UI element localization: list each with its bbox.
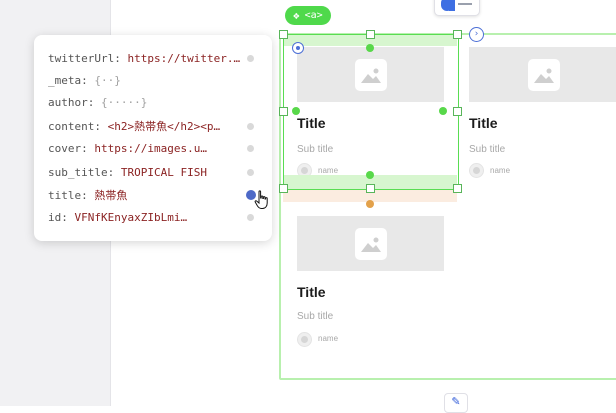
gap-handle[interactable]: [366, 200, 374, 208]
bind-dot[interactable]: [247, 145, 254, 152]
element-tag-chip[interactable]: ❖ <a>: [285, 6, 331, 25]
resize-handle-right[interactable]: [453, 107, 462, 116]
card-image-placeholder: [469, 47, 616, 102]
props-panel: twitterUrl: https://twitter.… _meta: {··…: [34, 35, 272, 241]
edit-icon[interactable]: ✎: [444, 393, 468, 413]
resize-handle-top-right[interactable]: [453, 30, 462, 39]
padding-handle-right[interactable]: [439, 107, 447, 115]
selection-frame[interactable]: [283, 34, 459, 190]
resize-handle-bottom-left[interactable]: [279, 184, 288, 193]
avatar: [469, 163, 484, 178]
prop-row-author[interactable]: author: {·····}: [48, 95, 264, 111]
prop-value: https://images.u…: [94, 142, 207, 155]
author-name: name: [318, 334, 339, 343]
chevron-right-circle-icon[interactable]: ›: [469, 27, 484, 42]
prop-row-meta[interactable]: _meta: {··}: [48, 73, 264, 89]
prop-value: TROPICAL FISH: [120, 166, 207, 179]
card-image-placeholder: [297, 216, 444, 271]
prop-key: content:: [48, 120, 101, 133]
padding-handle-bottom[interactable]: [366, 171, 374, 179]
card-title: Title: [469, 115, 498, 131]
padding-handle-left[interactable]: [292, 107, 300, 115]
element-tag-label: <a>: [304, 10, 323, 21]
prop-key: sub_title:: [48, 166, 115, 179]
bind-dot[interactable]: [247, 123, 254, 130]
prop-value: https://twitter.…: [127, 52, 241, 65]
resize-handle-bottom-right[interactable]: [453, 184, 462, 193]
card-2[interactable]: Title Sub title name: [469, 47, 616, 178]
prop-value: 熱帯魚: [94, 189, 128, 202]
resize-handle-left[interactable]: [279, 107, 288, 116]
prop-row-twitterUrl[interactable]: twitterUrl: https://twitter.…: [48, 51, 264, 67]
layout-toggle-icon[interactable]: [434, 0, 480, 16]
prop-row-cover[interactable]: cover: https://images.u…: [48, 141, 264, 157]
prop-value: {··}: [94, 74, 121, 87]
padding-handle-top[interactable]: [366, 44, 374, 52]
image-icon: [528, 58, 560, 91]
prop-row-content[interactable]: content: <h2>熱帯魚</h2><p…: [48, 119, 264, 135]
card-subtitle: Sub title: [297, 311, 334, 322]
target-icon[interactable]: [292, 42, 304, 54]
resize-handle-bottom[interactable]: [366, 184, 375, 193]
bind-dot[interactable]: [247, 55, 254, 62]
prop-key: cover:: [48, 142, 88, 155]
card-subtitle: Sub title: [469, 144, 506, 155]
card-title: Title: [297, 284, 326, 300]
resize-handle-top-left[interactable]: [279, 30, 288, 39]
prop-row-id[interactable]: id: VFNfKEnyaxZIbLmi…: [48, 210, 264, 226]
bind-dot[interactable]: [247, 214, 254, 221]
hand-pointer-icon: [254, 190, 270, 214]
prop-row-sub-title[interactable]: sub_title: TROPICAL FISH: [48, 165, 264, 181]
prop-key: _meta:: [48, 74, 88, 87]
author-name: name: [490, 166, 511, 175]
prop-row-title[interactable]: title: 熱帯魚: [48, 188, 264, 204]
prop-value: {·····}: [100, 96, 148, 109]
prop-key: author:: [48, 96, 95, 109]
bind-dot[interactable]: [247, 169, 254, 176]
prop-key: title:: [48, 189, 88, 202]
prop-value: VFNfKEnyaxZIbLmi…: [74, 211, 188, 224]
avatar: [297, 332, 312, 347]
prop-value: <h2>熱帯魚</h2><p…: [107, 120, 221, 133]
prop-key: id:: [48, 211, 68, 224]
card-3[interactable]: Title Sub title name: [297, 216, 444, 347]
prop-key: twitterUrl:: [48, 52, 121, 65]
resize-handle-top[interactable]: [366, 30, 375, 39]
image-icon: [354, 227, 387, 260]
component-diamond-icon: ❖: [293, 9, 300, 22]
